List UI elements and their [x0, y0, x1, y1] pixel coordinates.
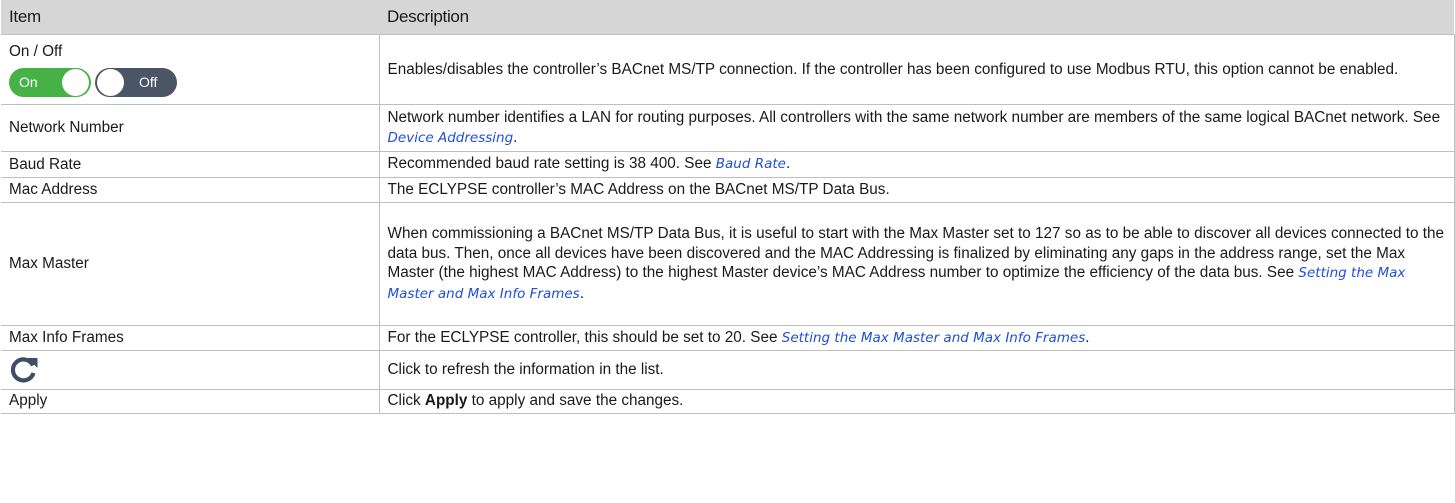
- description-text: Recommended baud rate setting is 38 400.…: [387, 155, 716, 173]
- item-cell: [1, 350, 380, 390]
- toggle-on-switch[interactable]: On: [9, 67, 91, 97]
- table-header-row: Item Description: [1, 0, 1454, 35]
- header-description: Description: [379, 0, 1454, 35]
- description-cell: For the ECLYPSE controller, this should …: [378, 325, 1455, 351]
- toggle-knob: [97, 68, 124, 96]
- item-cell: Mac Address: [1, 177, 380, 203]
- apply-bold-text: Apply: [424, 392, 468, 410]
- item-cell: Max Master: [1, 202, 380, 326]
- description-text: For the ECLYPSE controller, this should …: [387, 328, 782, 346]
- description-text: Network number identifies a LAN for rout…: [387, 109, 1441, 126]
- description-text: .: [513, 128, 518, 146]
- max-info-frames-link[interactable]: Setting the Max Master and Max Info Fram…: [782, 330, 1085, 346]
- description-cell: Enables/disables the controller’s BACnet…: [378, 34, 1455, 105]
- description-text: When commissioning a BACnet MS/TP Data B…: [387, 225, 1445, 281]
- item-cell: Max Info Frames: [1, 325, 380, 351]
- table-row: On / Off On Off Enables/disables the con…: [1, 34, 1455, 105]
- toggle-on-label: On: [19, 73, 38, 90]
- item-cell: Apply: [1, 388, 380, 414]
- item-cell: Baud Rate: [1, 151, 380, 178]
- description-cell: Click Apply to apply and save the change…: [378, 388, 1455, 414]
- description-cell: Recommended baud rate setting is 38 400.…: [378, 151, 1455, 178]
- description-cell: When commissioning a BACnet MS/TP Data B…: [378, 202, 1455, 326]
- toggle-off-label: Off: [139, 73, 158, 90]
- description-text: Click: [387, 392, 425, 410]
- refresh-icon[interactable]: [9, 355, 39, 389]
- description-cell: Click to refresh the information in the …: [378, 350, 1455, 390]
- table-row: Network Number Network number identifies…: [1, 104, 1455, 152]
- header-item: Item: [1, 0, 379, 35]
- toggle-off-switch[interactable]: Off: [95, 67, 177, 97]
- description-cell: Network number identifies a LAN for rout…: [378, 104, 1455, 152]
- description-text: .: [1085, 328, 1090, 346]
- description-text: .: [785, 155, 791, 173]
- table-row: Baud Rate Recommended baud rate setting …: [1, 151, 1455, 178]
- table-row: Max Master When commissioning a BACnet M…: [1, 202, 1455, 326]
- table-row: Click to refresh the information in the …: [1, 350, 1455, 390]
- toggle-knob: [62, 68, 89, 96]
- description-text: to apply and save the changes.: [467, 392, 684, 410]
- settings-table: Item Description On / Off On Off Enables…: [1, 0, 1455, 414]
- item-label: On / Off: [9, 43, 63, 61]
- table-row: Mac Address The ECLYPSE controller’s MAC…: [1, 177, 1455, 203]
- device-addressing-link[interactable]: Device Addressing: [388, 130, 514, 146]
- description-text: .: [579, 284, 584, 302]
- description-cell: The ECLYPSE controller’s MAC Address on …: [378, 177, 1455, 203]
- item-cell: Network Number: [1, 104, 380, 152]
- item-cell: On / Off On Off: [1, 34, 380, 105]
- toggle-examples: On Off: [9, 67, 371, 97]
- table-row: Max Info Frames For the ECLYPSE controll…: [1, 325, 1455, 351]
- baud-rate-link[interactable]: Baud Rate: [716, 156, 786, 172]
- table-row: Apply Click Apply to apply and save the …: [1, 388, 1455, 414]
